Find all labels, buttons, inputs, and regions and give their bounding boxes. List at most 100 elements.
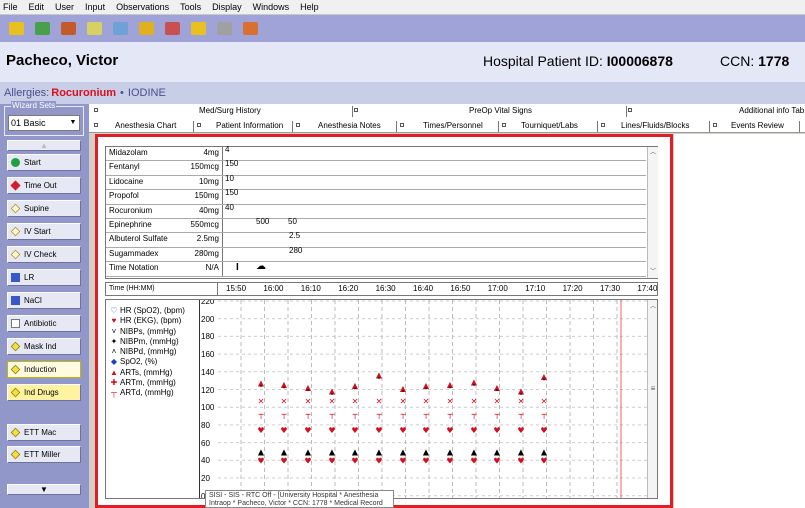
dose-mark[interactable]: 40 [225, 203, 234, 212]
art-mean-marker: ✕ [281, 397, 288, 406]
toolbar-button-6[interactable] [162, 19, 182, 39]
wizard-scroll-down-button[interactable]: ▼ [7, 484, 81, 495]
art-mean-marker: ✕ [376, 397, 383, 406]
tab-indicator-icon [94, 123, 98, 127]
menu-file[interactable]: File [3, 2, 18, 12]
nibp-systolic-marker: ˅ [424, 387, 428, 396]
diamond-icon [10, 387, 21, 398]
hr-marker-low: ♥ [257, 456, 264, 465]
med-row-rocuronium[interactable]: Rocuronium 40mg 40 [106, 203, 646, 219]
menu-input[interactable]: Input [85, 2, 105, 12]
time-tick: 17:40 [637, 284, 658, 293]
dose-mark[interactable]: 4 [225, 145, 229, 154]
toolbar-button-0[interactable] [6, 19, 26, 39]
toolbar-button-2[interactable] [58, 19, 78, 39]
wizard-button-induction[interactable]: Induction [7, 361, 81, 378]
wizard-button-ett-miller[interactable]: ETT Miller [7, 446, 81, 463]
dose-mark[interactable]: 50 [288, 217, 297, 226]
tab-separator [396, 121, 397, 132]
nibp-diastolic-marker: ▲ [352, 447, 359, 456]
wizard-button-label: NaCl [24, 296, 42, 305]
wizard-button-nacl[interactable]: NaCl [7, 292, 81, 309]
dose-mark[interactable]: 150 [225, 159, 238, 168]
art-diastolic-marker: ┬ [447, 410, 453, 420]
art-diastolic-marker: ┬ [305, 410, 311, 420]
med-row-albuterol-sulfate[interactable]: Albuterol Sulfate 2.5mg 2.5 [106, 231, 646, 248]
art-mean-marker: ✕ [494, 397, 501, 406]
wizard-button-ind-drugs[interactable]: Ind Drugs [7, 384, 81, 401]
toolbar-button-7[interactable] [188, 19, 208, 39]
toolbar-button-4[interactable] [110, 19, 130, 39]
nibp-diastolic-marker: ▲ [447, 447, 454, 456]
cloud-icon[interactable]: ☁ [256, 261, 266, 272]
dose-mark[interactable]: 280 [289, 246, 302, 255]
wizard-button-mask-ind[interactable]: Mask Ind [7, 338, 81, 355]
menu-tools[interactable]: Tools [180, 2, 201, 12]
allergies-label: Allergies: [4, 87, 50, 99]
dose-mark[interactable]: 150 [225, 188, 238, 197]
med-row-epinephrine[interactable]: Epinephrine 550mcg 500 50 [106, 217, 646, 234]
med-row-propofol[interactable]: Propofol 150mg 150 [106, 188, 646, 205]
tab-patient-information[interactable]: Patient Information [216, 121, 283, 130]
dose-mark[interactable]: 10 [225, 174, 234, 183]
wizard-button-start[interactable]: Start [7, 154, 81, 171]
menu-observations[interactable]: Observations [116, 2, 169, 12]
time-tick: 15:50 [226, 284, 247, 293]
menu-display[interactable]: Display [212, 2, 242, 12]
vitals-plot: ▲˅✕┬♥▲♥▲˅✕┬♥▲♥▲˅✕┬♥▲♥▲˅✕┬♥▲♥▲˅✕┬♥▲♥▲˅✕┬♥… [218, 300, 647, 498]
vitals-scrollbar[interactable]: ︿ ≡ [647, 300, 657, 498]
wizard-button-iv-start[interactable]: IV Start [7, 223, 81, 240]
wizard-button-lr[interactable]: LR [7, 269, 81, 286]
tab-lines-fluids-blocks[interactable]: Lines/Fluids/Blocks [621, 121, 689, 130]
wizard-button-time-out[interactable]: Time Out [7, 177, 81, 194]
menu-user[interactable]: User [55, 2, 74, 12]
med-grid-scrollbar[interactable]: ︿ ﹀ [647, 147, 658, 278]
tab-anesthesia-chart[interactable]: Anesthesia Chart [115, 121, 176, 130]
med-row-midazolam[interactable]: Midazolam 4mg 4 [106, 145, 646, 162]
menu-windows[interactable]: Windows [253, 2, 290, 12]
right-pane [673, 134, 805, 508]
wizard-button-supine[interactable]: Supine [7, 200, 81, 217]
wizard-button-antibiotic[interactable]: Antibiotic [7, 315, 81, 332]
dose-mark[interactable]: 500 [256, 217, 269, 226]
med-row-lidocaine[interactable]: Lidocaine 10mg 10 [106, 174, 646, 191]
med-row-sugammadex[interactable]: Sugammadex 280mg 280 [106, 246, 646, 263]
tab-times-personnel[interactable]: Times/Personnel [423, 121, 483, 130]
scroll-down-icon[interactable]: ﹀ [648, 267, 658, 277]
tab-preop-vital-signs[interactable]: PreOp Vital Signs [469, 106, 532, 115]
med-row-fentanyl[interactable]: Fentanyl 150mcg 150 [106, 159, 646, 176]
text-cursor-icon[interactable]: I [236, 262, 239, 273]
toolbar-button-9[interactable] [240, 19, 260, 39]
nibp-diastolic-marker: ▲ [305, 447, 312, 456]
art-diastolic-marker: ┬ [494, 410, 500, 420]
wizard-button-iv-check[interactable]: IV Check [7, 246, 81, 263]
art-mean-marker: ✕ [258, 397, 265, 406]
dose-mark[interactable]: 2.5 [289, 231, 300, 240]
wizard-button-label: Time Out [24, 181, 57, 190]
scroll-up-icon[interactable]: ︿ [648, 301, 657, 310]
tab-anesthesia-notes[interactable]: Anesthesia Notes [318, 121, 381, 130]
status-window-tab[interactable]: SISI - SIS - RTC Off - [University Hospi… [205, 490, 394, 508]
tab-med-surg-history[interactable]: Med/Surg History [199, 106, 261, 115]
menu-edit[interactable]: Edit [29, 2, 45, 12]
scroll-up-icon[interactable]: ︿ [648, 148, 658, 158]
wizard-button-ett-mac[interactable]: ETT Mac [7, 424, 81, 441]
square-icon [11, 319, 20, 328]
nibp-diastolic-marker: ▲ [329, 447, 336, 456]
toolbar-button-5[interactable] [136, 19, 156, 39]
scrollbar-thumb[interactable]: ≡ [649, 380, 657, 398]
wizard-set-select[interactable]: 01 Basic ▼ [8, 115, 80, 131]
nibp-systolic-marker: ˅ [259, 384, 263, 393]
med-name: Epinephrine [109, 220, 152, 229]
wizard-set-value: 01 Basic [11, 118, 46, 128]
wizard-scroll-up-button[interactable]: ▲ [7, 140, 81, 151]
toolbar-button-8[interactable] [214, 19, 234, 39]
med-row-time-notation[interactable]: Time Notation N/A I ☁ [106, 261, 646, 277]
tab-events-review[interactable]: Events Review [731, 121, 784, 130]
toolbar-button-1[interactable] [32, 19, 52, 39]
toolbar-button-3[interactable] [84, 19, 104, 39]
diamond-icon [10, 226, 21, 237]
menu-help[interactable]: Help [300, 2, 319, 12]
tab-additional-info-tab[interactable]: Additional info Tab [739, 106, 804, 115]
tab-tourniquet-labs[interactable]: Tourniquet/Labs [521, 121, 578, 130]
